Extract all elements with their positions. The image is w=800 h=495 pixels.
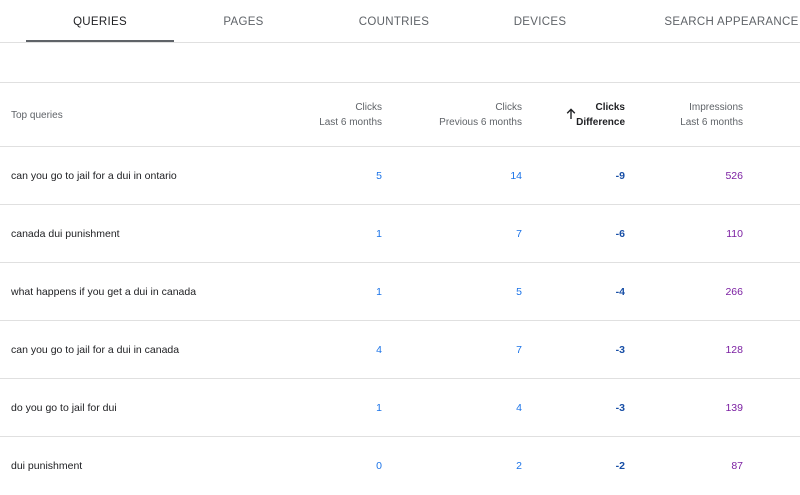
table-row[interactable]: do you go to jail for dui 1 4 -3 139 [0,379,800,437]
header-prev-label: Clicks [495,102,522,113]
query-text: do you go to jail for dui [11,402,117,414]
header-top-queries-label: Top queries [11,109,63,121]
clicks-difference-value: -9 [615,170,625,182]
clicks-difference-value: -6 [615,228,625,240]
table-header: Top queries Clicks Last 6 months Clicks … [0,83,800,147]
clicks-value: 4 [376,344,382,356]
impressions-value: 266 [725,286,743,298]
query-text: canada dui punishment [11,228,120,240]
previous-clicks-value: 7 [516,344,522,356]
header-clicks-label: Clicks [355,102,382,113]
previous-clicks-value: 7 [516,228,522,240]
header-diff-label: Clicks [595,102,625,113]
header-diff-period: Difference [576,117,625,128]
table-row[interactable]: can you go to jail for a dui in ontario … [0,147,800,205]
report-tabs: QUERIES PAGES COUNTRIES DEVICES SEARCH A… [0,0,800,43]
clicks-value: 1 [376,286,382,298]
query-text: can you go to jail for a dui in canada [11,344,180,356]
tab-queries[interactable]: QUERIES [26,0,174,43]
header-clicks-period: Last 6 months [319,117,382,128]
table-row[interactable]: dui punishment 0 2 -2 87 [0,437,800,495]
table-row[interactable]: can you go to jail for a dui in canada 4… [0,321,800,379]
impressions-value: 526 [725,170,743,182]
active-tab-indicator [26,40,174,42]
clicks-value: 1 [376,402,382,414]
clicks-difference-value: -2 [615,460,625,472]
header-clicks-previous-6-months[interactable]: Clicks Previous 6 months [412,83,522,147]
previous-clicks-value: 5 [516,286,522,298]
clicks-difference-value: -3 [615,344,625,356]
tab-devices[interactable]: DEVICES [480,0,600,43]
impressions-value: 139 [725,402,743,414]
clicks-value: 5 [376,170,382,182]
clicks-difference-value: -4 [615,286,625,298]
tab-pages[interactable]: PAGES [186,0,301,43]
clicks-value: 0 [376,460,382,472]
arrow-up-icon[interactable] [565,108,577,120]
header-impr-period: Last 6 months [680,117,743,128]
header-top-queries[interactable]: Top queries [11,83,63,147]
tab-countries[interactable]: COUNTRIES [330,0,458,43]
previous-clicks-value: 4 [516,402,522,414]
query-text: can you go to jail for a dui in ontario [11,170,177,182]
clicks-difference-value: -3 [615,402,625,414]
previous-clicks-value: 2 [516,460,522,472]
table-row[interactable]: what happens if you get a dui in canada … [0,263,800,321]
header-prev-period: Previous 6 months [439,117,522,128]
table-row[interactable]: canada dui punishment 1 7 -6 110 [0,205,800,263]
tab-search-appearance[interactable]: SEARCH APPEARANCE [660,0,800,43]
query-text: what happens if you get a dui in canada [11,286,197,298]
header-clicks-last-6-months[interactable]: Clicks Last 6 months [282,83,382,147]
impressions-value: 128 [725,344,743,356]
impressions-value: 87 [731,460,743,472]
impressions-value: 110 [726,228,743,240]
previous-clicks-value: 14 [510,170,522,182]
header-impr-label: Impressions [689,102,743,113]
header-impressions-last-6-months[interactable]: Impressions Last 6 months [660,83,743,147]
query-text: dui punishment [11,460,83,472]
clicks-value: 1 [376,228,382,240]
